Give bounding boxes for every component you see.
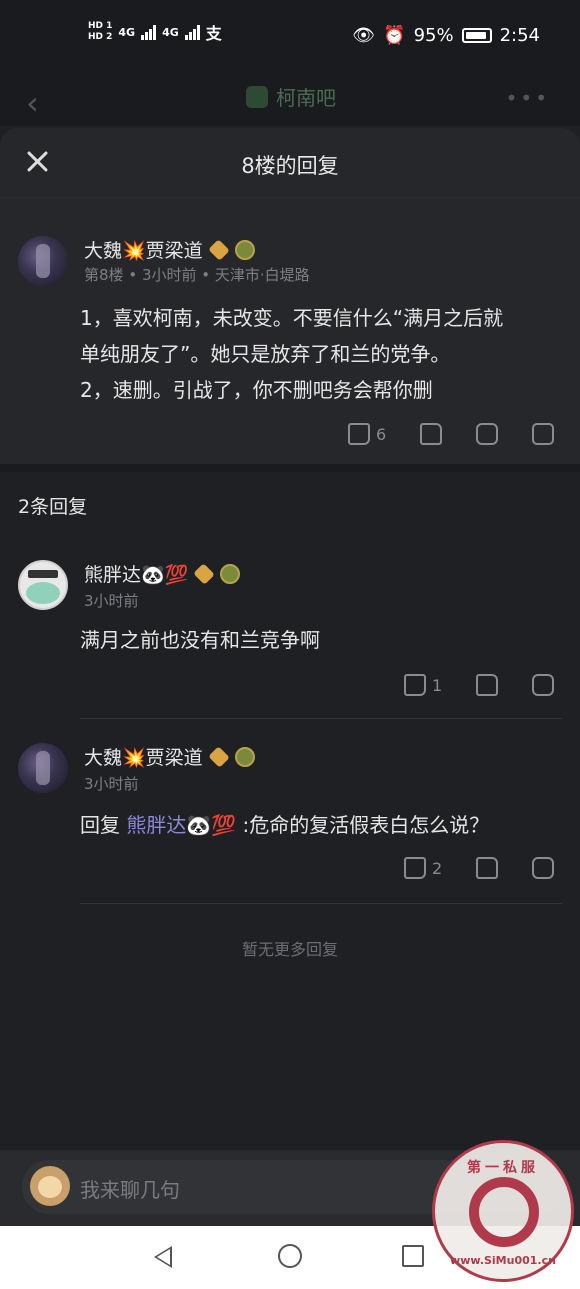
reply-sheet: 8楼的回复 大魏💥贾梁道 第8楼 • 3小时前 • 天津市·白堤路 1，喜欢柯南…	[0, 128, 580, 1289]
battery-icon	[461, 28, 492, 43]
comment-button[interactable]	[532, 674, 555, 696]
like-button[interactable]: 2	[404, 857, 442, 879]
list-item: 大魏💥贾梁道 3小时前 回复 熊胖达🐼💯 :危命的复活假表白怎么说？ 2	[0, 733, 580, 904]
no-more-replies: 暂无更多回复	[241, 940, 338, 959]
member-badge-icon	[234, 239, 255, 260]
battery-percent: 95%	[413, 25, 454, 46]
back-icon[interactable]: ‹	[26, 84, 39, 122]
post-text-line: 单纯朋友了”。她只是放弃了和兰的党争。	[80, 342, 451, 366]
reply-username[interactable]: 熊胖达🐼💯	[84, 560, 241, 587]
comment-button[interactable]	[532, 857, 555, 879]
comment-icon	[532, 857, 555, 879]
forum-name: 柯南吧	[276, 86, 336, 110]
signal-icon-2	[184, 24, 200, 40]
eye-icon: 👁	[352, 25, 376, 46]
like-count: 2	[432, 858, 443, 878]
top-nav: ‹ 柯南吧 •••	[0, 76, 580, 126]
input-placeholder: 我来聊几句	[80, 1178, 180, 1202]
username-text: 熊胖达🐼💯	[84, 564, 189, 586]
post-time: 3小时前	[141, 266, 197, 284]
edit-button[interactable]	[532, 423, 555, 445]
member-badge-icon	[234, 746, 255, 767]
edit-icon	[532, 423, 555, 445]
nav-back-icon[interactable]	[154, 1246, 172, 1268]
post-text-line: 2，速删。引战了，你不删吧务会帮你删	[80, 378, 433, 402]
status-right: 👁 ⏰ 95% 2:54	[352, 25, 540, 46]
nav-recent-icon[interactable]	[402, 1245, 424, 1267]
thumbs-up-icon	[404, 674, 426, 696]
post-username[interactable]: 大魏💥贾梁道	[84, 236, 255, 263]
comment-icon	[476, 423, 499, 445]
network-label-1: 4G	[118, 25, 136, 39]
thumbs-down-icon	[476, 857, 499, 879]
like-count: 1	[432, 675, 443, 695]
dislike-button[interactable]	[476, 674, 499, 696]
reply-actions: 1	[404, 674, 555, 696]
thumbs-down-icon	[420, 423, 443, 445]
comment-button[interactable]	[476, 423, 499, 445]
hd2-label: HD 2	[88, 32, 113, 42]
post-text-line: 1，喜欢柯南，未改变。不要信什么“满月之后就	[80, 306, 504, 330]
like-button[interactable]: 6	[348, 423, 386, 445]
avatar[interactable]	[18, 236, 68, 286]
avatar[interactable]	[18, 560, 68, 610]
avatar[interactable]	[18, 743, 68, 793]
floor-label: 第8楼	[84, 266, 124, 284]
post-body: 1，喜欢柯南，未改变。不要信什么“满月之后就 单纯朋友了”。她只是放弃了和兰的党…	[80, 300, 503, 408]
thumbs-up-icon	[348, 423, 370, 445]
level-badge-icon	[207, 745, 230, 768]
sheet-header: 8楼的回复	[0, 128, 580, 198]
reply-username[interactable]: 大魏💥贾梁道	[84, 743, 255, 770]
status-left: HD 1 HD 2 4G 4G 支	[88, 20, 222, 44]
comment-icon	[532, 674, 555, 696]
username-text: 大魏💥贾梁道	[84, 240, 203, 262]
network-label-2: 4G	[162, 25, 179, 39]
level-badge-icon	[193, 562, 216, 585]
signal-icon	[141, 24, 157, 40]
alipay-icon: 支	[205, 24, 222, 43]
list-item: 熊胖达🐼💯 3小时前 满月之前也没有和兰竞争啊 1	[0, 548, 580, 719]
hd-indicator: HD 1 HD 2	[88, 21, 112, 43]
dislike-button[interactable]	[420, 423, 443, 445]
username-text: 大魏💥贾梁道	[84, 747, 203, 769]
main-post: 大魏💥贾梁道 第8楼 • 3小时前 • 天津市·白堤路 1，喜欢柯南，未改变。不…	[0, 198, 580, 464]
forum-icon	[246, 85, 268, 108]
dislike-button[interactable]	[476, 857, 499, 879]
member-badge-icon	[220, 563, 241, 584]
like-count: 6	[376, 424, 387, 444]
my-avatar	[30, 1166, 70, 1206]
thumbs-down-icon	[476, 674, 499, 696]
hd1-label: HD 1	[88, 21, 113, 31]
section-divider	[0, 464, 580, 472]
more-icon[interactable]: •••	[506, 86, 550, 110]
post-location: 天津市·白堤路	[214, 266, 310, 284]
reply-separator	[80, 718, 562, 719]
watermark-bottom-text: www.SiMu001.cn	[450, 1254, 556, 1267]
forum-title[interactable]: 柯南吧	[246, 82, 336, 111]
reply-separator	[80, 903, 562, 904]
sheet-title: 8楼的回复	[241, 154, 339, 178]
like-button[interactable]: 1	[404, 674, 442, 696]
watermark-logo-icon	[469, 1177, 539, 1247]
reply-text: 回复 熊胖达🐼💯 :危命的复活假表白怎么说？	[80, 807, 489, 843]
post-meta: 第8楼 • 3小时前 • 天津市·白堤路	[84, 266, 310, 284]
status-bar: HD 1 HD 2 4G 4G 支 👁 ⏰ 95% 2:54	[0, 0, 580, 76]
mention-link[interactable]: 熊胖达🐼💯	[126, 813, 236, 837]
watermark-top-text: 第一私服	[467, 1160, 539, 1176]
post-actions: 6	[348, 423, 555, 445]
reply-actions: 2	[404, 857, 555, 879]
reply-prefix: 回复	[80, 813, 120, 837]
level-badge-icon	[207, 238, 230, 261]
nav-home-icon[interactable]	[278, 1244, 302, 1268]
reply-count: 2条回复	[18, 496, 88, 518]
alarm-icon: ⏰	[383, 25, 406, 46]
reply-content: :危命的复活假表白怎么说？	[242, 813, 490, 837]
reply-time: 3小时前	[84, 775, 139, 793]
reply-time: 3小时前	[84, 592, 139, 610]
clock: 2:54	[499, 25, 540, 46]
reply-text: 满月之前也没有和兰竞争啊	[80, 628, 320, 652]
watermark-seal: 第一私服 www.SiMu001.cn	[432, 1140, 574, 1282]
thumbs-up-icon	[404, 857, 426, 879]
